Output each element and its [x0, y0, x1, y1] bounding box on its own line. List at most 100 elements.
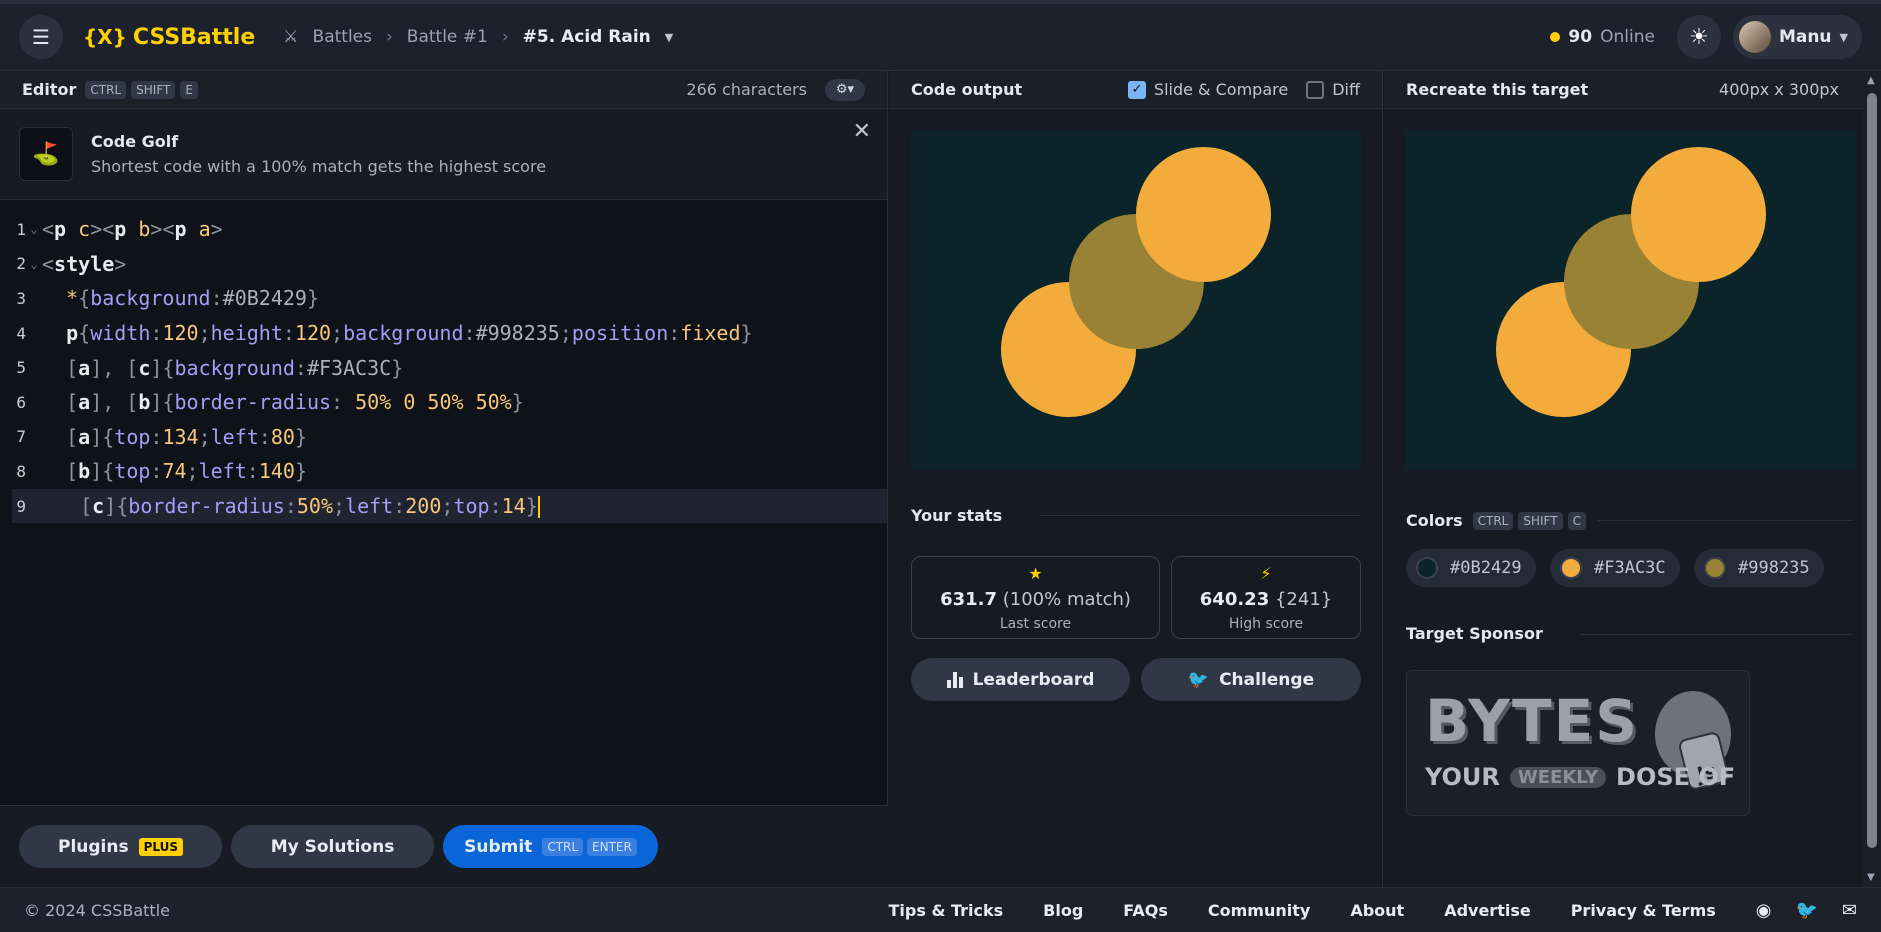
- line-number: 9: [16, 496, 26, 516]
- sponsor-banner[interactable]: BYTES Js YOUR WEEKLY DOSE OF: [1406, 670, 1750, 816]
- scroll-down-icon[interactable]: ▼: [1867, 872, 1875, 883]
- output-panel: Code output ✓ Slide & Compare Diff Your …: [889, 71, 1383, 887]
- code-line[interactable]: 3 *{background:#0B2429}: [0, 281, 887, 316]
- code-text: *{background:#0B2429}: [66, 286, 319, 311]
- code-text: [c]{border-radius:50%;left:200;top:14}: [80, 493, 540, 519]
- code-line[interactable]: 7 [a]{top:134;left:80}: [0, 420, 887, 455]
- leaderboard-button[interactable]: Leaderboard: [911, 658, 1130, 701]
- battles-icon: ⚔: [283, 27, 299, 47]
- color-chip-bg[interactable]: #0B2429: [1406, 549, 1536, 587]
- code-line[interactable]: 1 ⌄ <p c><p b><p a>: [0, 212, 887, 247]
- footer-link-community[interactable]: Community: [1208, 901, 1310, 920]
- theme-toggle[interactable]: ☀: [1676, 15, 1721, 59]
- challenge-label: Challenge: [1219, 669, 1315, 690]
- last-score-card: ★ 631.7 (100% match) Last score: [911, 556, 1160, 639]
- code-text: <style>: [42, 251, 127, 276]
- my-solutions-button[interactable]: My Solutions: [231, 825, 434, 868]
- chevron-right-icon: ›: [385, 27, 393, 47]
- fold-icon[interactable]: ⌄: [26, 257, 42, 271]
- code-line-active[interactable]: 9 [c]{border-radius:50%;left:200;top:14}: [12, 488, 887, 524]
- crumb-battles[interactable]: Battles: [313, 27, 372, 47]
- challenge-button[interactable]: 🐦 Challenge: [1141, 658, 1361, 701]
- code-line[interactable]: 5 [a], [c]{background:#F3AC3C}: [0, 350, 887, 385]
- discord-icon[interactable]: ◉: [1756, 900, 1772, 921]
- code-line[interactable]: 8 [b]{top:74;left:140}: [0, 454, 887, 489]
- star-icon: ★: [1028, 563, 1043, 583]
- code-text: p{width:120;height:120;background:#99823…: [66, 321, 753, 346]
- scrollbar[interactable]: ▲ ▼: [1863, 71, 1881, 887]
- slide-compare-label: Slide & Compare: [1153, 80, 1289, 99]
- editor-panel: Editor CTRL SHIFT E 266 characters ⚙▾ ⛳ …: [0, 71, 888, 887]
- output-header: Code output ✓ Slide & Compare Diff: [889, 71, 1382, 109]
- code-editor[interactable]: 1 ⌄ <p c><p b><p a> 2 ⌄ <style> 3 *{back…: [0, 200, 887, 524]
- twitter-icon: 🐦: [1187, 669, 1210, 690]
- mail-icon[interactable]: ✉: [1842, 900, 1857, 921]
- submit-button[interactable]: Submit CTRL ENTER: [443, 825, 658, 868]
- my-solutions-label: My Solutions: [270, 836, 395, 857]
- plus-badge: PLUS: [138, 837, 183, 856]
- checkbox-checked-icon[interactable]: ✓: [1127, 80, 1146, 99]
- footer-link-about[interactable]: About: [1350, 901, 1404, 920]
- footer-link-blog[interactable]: Blog: [1043, 901, 1083, 920]
- footer-link-privacy[interactable]: Privacy & Terms: [1571, 901, 1716, 920]
- character-count: 266 characters: [686, 80, 807, 99]
- target-shape-c: [1631, 147, 1766, 282]
- plugins-button[interactable]: Plugins PLUS: [19, 825, 222, 868]
- twitter-icon[interactable]: 🐦: [1795, 900, 1817, 921]
- code-text: [a]{top:134;left:80}: [66, 424, 307, 449]
- divider: [1039, 515, 1361, 516]
- color-hex: #0B2429: [1450, 558, 1522, 578]
- sponsor-brand: BYTES: [1425, 687, 1639, 755]
- colors-heading: Colors CTRL SHIFT C: [1406, 511, 1586, 530]
- code-line[interactable]: 6 [a], [b]{border-radius: 50% 0 50% 50%}: [0, 385, 887, 420]
- crumb-battle[interactable]: Battle #1: [407, 27, 488, 47]
- target-header: Recreate this target 400px x 300px: [1384, 71, 1881, 109]
- logo-text: CSSBattle: [132, 24, 256, 50]
- editor-settings-button[interactable]: ⚙▾: [825, 78, 865, 101]
- footer-link-advertise[interactable]: Advertise: [1444, 901, 1531, 920]
- user-name: Manu: [1778, 27, 1832, 47]
- slide-compare-toggle[interactable]: ✓ Slide & Compare: [1127, 80, 1289, 99]
- kbd-e: E: [180, 80, 198, 99]
- sponsor-tagline-1: YOUR: [1425, 763, 1500, 791]
- target-panel: Recreate this target 400px x 300px Color…: [1384, 71, 1881, 887]
- user-menu[interactable]: Manu ▼: [1732, 15, 1862, 59]
- scroll-up-icon[interactable]: ▲: [1867, 75, 1875, 86]
- kbd-ctrl: CTRL: [1472, 511, 1514, 530]
- crumb-target[interactable]: #5. Acid Rain: [523, 27, 651, 47]
- breadcrumb: ⚔ Battles › Battle #1 › #5. Acid Rain ▼: [283, 27, 673, 47]
- scrollbar-thumb[interactable]: [1867, 93, 1877, 848]
- gear-icon: ⚙▾: [835, 82, 855, 97]
- golf-flag-icon: ⛳: [19, 127, 73, 181]
- kbd-shift: SHIFT: [131, 80, 176, 99]
- footer-link-tips[interactable]: Tips & Tricks: [889, 901, 1004, 920]
- high-score-value: 640.23: [1199, 588, 1270, 610]
- editor-title: Editor: [22, 80, 77, 99]
- online-label: Online: [1600, 27, 1655, 47]
- code-line[interactable]: 2 ⌄ <style>: [0, 247, 887, 282]
- last-score-match: (100% match): [1002, 588, 1131, 610]
- code-text: [a], [b]{border-radius: 50% 0 50% 50%}: [66, 390, 524, 415]
- color-hex: #F3AC3C: [1594, 558, 1666, 578]
- logo[interactable]: {X} CSSBattle: [83, 25, 255, 50]
- target-canvas[interactable]: [1406, 131, 1856, 469]
- online-dot: [1550, 32, 1561, 42]
- color-chip-orange[interactable]: #F3AC3C: [1550, 549, 1680, 587]
- caret-down-icon[interactable]: ▼: [665, 31, 673, 44]
- close-icon[interactable]: ✕: [853, 119, 871, 144]
- line-number: 4: [16, 323, 26, 343]
- footer-link-faqs[interactable]: FAQs: [1123, 901, 1168, 920]
- code-output-canvas[interactable]: [911, 131, 1361, 469]
- sponsor-tagline-3: DOSE OF: [1616, 763, 1736, 791]
- menu-button[interactable]: ☰: [19, 15, 63, 59]
- fold-icon[interactable]: ⌄: [26, 222, 42, 236]
- footer-links: Tips & Tricks Blog FAQs Community About …: [889, 901, 1716, 920]
- code-golf-banner: ⛳ Code Golf Shortest code with a 100% ma…: [0, 109, 887, 200]
- sponsor-tagline: YOUR WEEKLY DOSE OF: [1425, 763, 1735, 791]
- code-line[interactable]: 4 p{width:120;height:120;background:#998…: [0, 316, 887, 351]
- diff-toggle[interactable]: Diff: [1306, 80, 1360, 99]
- checkbox-icon[interactable]: [1306, 80, 1325, 99]
- caret-down-icon: ▼: [1839, 30, 1848, 44]
- diff-label: Diff: [1332, 80, 1360, 99]
- color-chip-olive[interactable]: #998235: [1694, 549, 1824, 587]
